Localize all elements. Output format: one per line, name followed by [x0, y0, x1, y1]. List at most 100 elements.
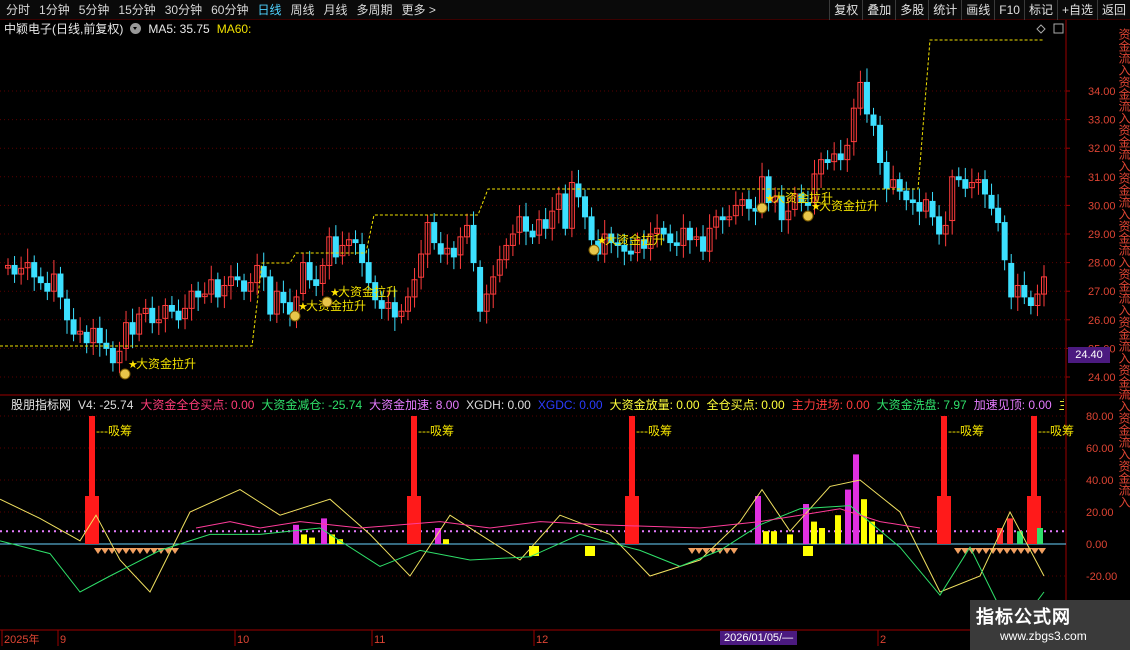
candle-body — [109, 347, 116, 364]
candle-body — [313, 279, 320, 286]
price-tick-label: 28.00 — [1088, 258, 1116, 270]
candle-body — [149, 307, 156, 324]
chart-canvas[interactable]: 34.00 33.00 32.00 31.00 30.00 29.00 28.00 27.00… — [0, 0, 1130, 650]
diamond-icon — [1036, 24, 1046, 34]
down-arrow-icon — [94, 548, 102, 554]
date-axis-label: 9 — [60, 634, 66, 646]
candle-body — [37, 276, 44, 284]
candle-body — [837, 153, 844, 161]
candle-body — [962, 179, 969, 189]
candle-body — [903, 190, 910, 201]
ma60-label: MA60: — [216, 22, 252, 36]
stock-title[interactable]: 中颖电子(日线,前复权) — [4, 21, 123, 37]
candle-body — [11, 264, 18, 275]
indicator-column — [811, 521, 817, 544]
price-tick-label: 24.00 — [1088, 372, 1116, 384]
indicator-title[interactable]: 股朋指标网 — [11, 397, 71, 413]
indicator-column — [293, 524, 299, 544]
candle-body — [582, 196, 589, 218]
candle-body — [57, 273, 64, 298]
indicator-value: 大资金洗盘: 7.97 — [876, 398, 967, 412]
candle-body — [365, 262, 372, 284]
indicator-column — [321, 518, 327, 544]
candle-body — [981, 179, 988, 195]
indicator-column — [877, 534, 883, 544]
yellow-oscillator-line — [0, 479, 1045, 593]
indicator-value: 全仓买点: 0.00 — [706, 398, 785, 412]
candle-body — [523, 216, 529, 232]
indicator-legend: 股朋指标网 V4: -25.74 大资金全仓买点: 0.00 大资金减仓: -25.… — [4, 397, 1064, 413]
date-axis-label: 2025年 — [4, 632, 39, 646]
candle-body — [1001, 222, 1008, 261]
candle-body — [929, 200, 936, 218]
indicator-value: 加速见顶: 0.00 — [973, 398, 1052, 412]
down-arrow-icon — [688, 548, 696, 554]
candle-body — [673, 242, 680, 246]
absorb-label: ---吸筹 — [96, 424, 132, 438]
candle-body — [686, 227, 693, 241]
price-tick-label: 31.00 — [1088, 172, 1116, 184]
candle-body — [916, 202, 923, 212]
price-tick-label: 29.00 — [1088, 229, 1116, 241]
candle-body — [1008, 262, 1015, 298]
absorb-bar-base — [937, 496, 951, 544]
indicator-tick-label: 80.00 — [1086, 411, 1114, 423]
candle-body — [214, 279, 221, 298]
indicator-column — [819, 528, 825, 544]
candle-body — [378, 300, 385, 309]
candle-body — [1027, 297, 1034, 307]
candles-group — [5, 68, 1047, 374]
indicator-column — [845, 489, 851, 544]
watermark-title: 指标公式网 — [976, 607, 1071, 627]
dropdown-icon[interactable] — [130, 23, 142, 34]
indicator-column — [763, 531, 769, 544]
ma60-line — [0, 39, 1044, 347]
down-arrow-icon — [136, 548, 144, 554]
indicator-column — [853, 454, 859, 544]
indicator-column — [443, 539, 449, 544]
current-price-tag: 24.40 — [1068, 347, 1110, 363]
indicator-value: 大资金加速: 8.00 — [369, 398, 460, 412]
price-tick-label: 32.00 — [1088, 143, 1116, 155]
down-arrow-icon — [996, 548, 1004, 554]
absorb-label: ---吸筹 — [418, 424, 454, 438]
candle-body — [870, 114, 877, 126]
indicator-tick-label: 60.00 — [1086, 443, 1114, 455]
price-tick-label: 34.00 — [1088, 86, 1116, 98]
down-arrow-icon — [129, 548, 137, 554]
down-arrow-icon — [1038, 548, 1046, 554]
candle-body — [64, 298, 71, 321]
candle-body — [877, 124, 884, 163]
candle-body — [477, 266, 484, 312]
indicator-value: XGDH: 0.00 — [466, 398, 531, 412]
candle-body — [267, 276, 274, 315]
candle-body — [955, 176, 962, 181]
price-tick-label: 26.00 — [1088, 315, 1116, 327]
down-arrow-icon — [171, 548, 179, 554]
indicator-column — [803, 504, 809, 544]
candle-body — [431, 222, 438, 244]
indicator-value: 主力出 — [1059, 397, 1064, 413]
green-oscillator-line — [0, 505, 1045, 625]
candle-body — [562, 193, 569, 229]
down-arrow-icon — [1003, 548, 1011, 554]
candle-body — [260, 266, 267, 278]
candle-body — [575, 183, 582, 198]
cursor-date-tag: 2026/01/05/— — [720, 631, 798, 645]
down-arrow-icon — [954, 548, 962, 554]
indicator-column — [869, 521, 875, 544]
candle-body — [195, 290, 202, 298]
candle-body — [306, 262, 313, 281]
candle-body — [234, 276, 241, 281]
candle-body — [529, 230, 536, 238]
main-chart-legend: 中颖电子(日线,前复权) MA5: 35.75 MA60: — [4, 21, 251, 37]
absorb-label: ---吸筹 — [1038, 424, 1074, 438]
absorb-bar-base — [85, 496, 99, 544]
signal-label: 大资金拉升 — [605, 232, 665, 247]
candle-body — [936, 216, 943, 235]
buy-square — [803, 546, 813, 556]
price-tick-label: 27.00 — [1088, 286, 1116, 298]
down-arrow-icon — [723, 548, 731, 554]
indicator-value: V4: -25.74 — [78, 398, 134, 412]
candle-body — [359, 244, 366, 264]
